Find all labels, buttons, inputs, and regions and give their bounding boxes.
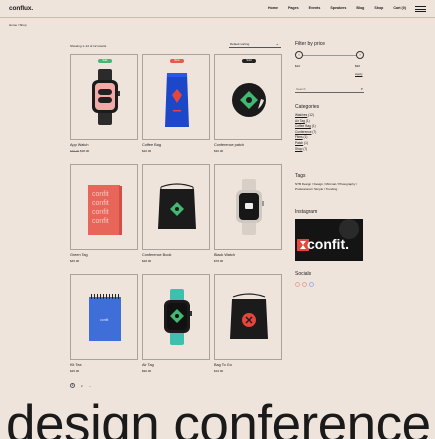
drawstring-bag-image xyxy=(158,183,196,229)
result-count: Showing 1–12 of 12 results xyxy=(70,44,107,48)
product-price: $20.00 xyxy=(142,149,152,153)
site-header: conflux. Home Pages Events Speakers Blog… xyxy=(0,0,435,18)
footer-headline: design conference xyxy=(6,395,431,439)
breadcrumb: Home / Shop xyxy=(9,23,27,27)
socials-title: Socials xyxy=(295,271,312,277)
product-name[interactable]: Green Tag xyxy=(70,253,88,257)
product-price: $19.00 xyxy=(214,369,224,373)
product-name[interactable]: Air Tag xyxy=(142,363,154,367)
new-badge: New xyxy=(170,59,184,63)
svg-text:confit: confit xyxy=(92,218,109,225)
main-nav: Home Pages Events Speakers Blog Shop Car… xyxy=(268,6,406,10)
nav-blog[interactable]: Blog xyxy=(356,6,364,10)
pagination: 1 2 → xyxy=(70,383,91,388)
sold-badge: Sold xyxy=(242,59,256,63)
social-links xyxy=(295,282,314,287)
nav-cart[interactable]: Cart (0) xyxy=(393,6,406,10)
product-image[interactable]: Sold xyxy=(214,54,282,140)
site-logo[interactable]: conflux. xyxy=(9,5,33,12)
product-name[interactable]: Kit Tea xyxy=(70,363,82,367)
category-item[interactable]: Shop (7) xyxy=(295,147,316,153)
product-name[interactable]: Coffee Bag xyxy=(142,143,161,147)
categories-title: Categories xyxy=(295,104,320,110)
product-name[interactable]: App Watch xyxy=(70,143,88,147)
tags-title: Tags xyxy=(295,173,306,179)
product-image[interactable] xyxy=(214,164,282,250)
price-max-label: $90 xyxy=(355,64,361,68)
filter-apply-button[interactable]: Apply xyxy=(355,72,363,76)
watch-teal-image xyxy=(164,289,192,345)
coffee-bag-image xyxy=(165,73,189,127)
twitter-icon[interactable] xyxy=(302,282,307,287)
nav-shop[interactable]: Shop xyxy=(374,6,383,10)
page-2-button[interactable]: 2 xyxy=(81,384,83,388)
product-name[interactable]: Black Watch xyxy=(214,253,235,257)
sale-badge: Sale xyxy=(98,59,112,63)
product-image[interactable] xyxy=(142,274,210,360)
svg-text:confit: confit xyxy=(92,191,109,198)
sort-select[interactable]: Default sorting ⌄ xyxy=(229,41,281,48)
nav-events[interactable]: Events xyxy=(309,6,321,10)
nav-speakers[interactable]: Speakers xyxy=(330,6,346,10)
nav-home[interactable]: Home xyxy=(268,6,278,10)
facebook-icon[interactable] xyxy=(295,282,300,287)
sort-label: Default sorting xyxy=(230,42,250,46)
product-price: $28.00 xyxy=(142,259,152,263)
product-image[interactable] xyxy=(214,274,282,360)
search-placeholder: Search xyxy=(296,87,306,91)
next-page-arrow-icon[interactable]: → xyxy=(89,384,92,388)
product-name[interactable]: Conference patch xyxy=(214,143,244,147)
instagram-title: Instagram xyxy=(295,209,318,215)
product-price: $79.00 $36.00 xyxy=(70,149,90,153)
svg-text:confit: confit xyxy=(92,200,109,207)
watch-black-image xyxy=(236,179,264,235)
product-price: $78.00 xyxy=(214,259,224,263)
svg-text:confit: confit xyxy=(92,209,109,216)
price-min-label: $10 xyxy=(295,64,301,68)
product-image[interactable]: Sale xyxy=(70,54,138,140)
product-price: $90.00 xyxy=(142,369,152,373)
product-name[interactable]: Bag To Go xyxy=(214,363,232,367)
product-name[interactable]: Conference Book xyxy=(142,253,171,257)
product-image[interactable]: confit confit confit confit xyxy=(70,164,138,250)
product-price: $30.00 xyxy=(214,149,224,153)
instagram-icon[interactable] xyxy=(309,282,314,287)
drawstring-bag-red-image xyxy=(230,293,268,339)
nav-pages[interactable]: Pages xyxy=(288,6,299,10)
price-slider[interactable]: ‹ › xyxy=(295,51,364,59)
product-image[interactable]: New xyxy=(142,54,210,140)
chevron-down-icon: ⌄ xyxy=(275,41,279,46)
instagram-image[interactable]: confit. xyxy=(295,219,363,261)
product-price: $45.00 xyxy=(70,259,80,263)
product-price: $25.00 xyxy=(70,369,80,373)
notebook-image: confit xyxy=(89,294,121,341)
hamburger-menu-icon[interactable] xyxy=(415,6,426,12)
category-list: Watches (12) Air Tag (1) Coffee Bag (1) … xyxy=(295,113,316,152)
slider-max-handle[interactable]: › xyxy=(356,51,364,59)
tag-cloud[interactable]: NTB Design / Design / Minimal / Photogra… xyxy=(295,182,361,191)
slider-min-handle[interactable]: ‹ xyxy=(295,51,303,59)
search-field[interactable]: Search ⌕ xyxy=(295,86,364,93)
page-1-button[interactable]: 1 xyxy=(70,383,75,388)
book-image: confit confit confit confit xyxy=(88,185,122,235)
product-image[interactable]: confit xyxy=(70,274,138,360)
svg-text:confit: confit xyxy=(100,318,108,322)
instagram-text: confit. xyxy=(307,236,349,252)
watch-pink-image xyxy=(92,69,120,125)
search-icon[interactable]: ⌕ xyxy=(361,86,363,91)
patch-image xyxy=(232,83,266,117)
filter-title: Filter by price xyxy=(295,41,326,47)
product-image[interactable] xyxy=(142,164,210,250)
